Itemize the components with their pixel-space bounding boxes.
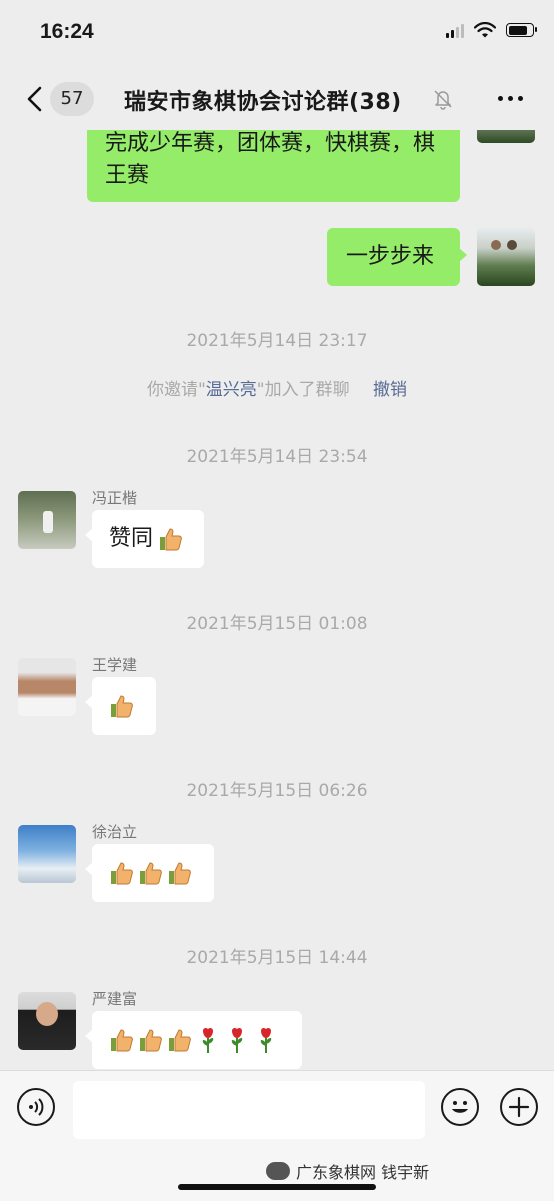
plus-icon [508, 1096, 530, 1118]
status-icons [446, 22, 537, 38]
wifi-icon [474, 22, 496, 38]
timestamp: 2021年5月14日 23:54 [186, 447, 368, 467]
avatar-self[interactable] [477, 228, 535, 286]
status-bar: 16:24 [0, 0, 554, 70]
voice-icon [29, 1098, 44, 1116]
cellular-signal-icon [446, 22, 464, 38]
message-bubble-other[interactable]: 赞同 [85, 510, 204, 568]
message-bubble-other[interactable] [85, 844, 214, 902]
thumbs-up-icon [169, 862, 191, 885]
message-text: 完成少年赛，团体赛，快棋赛，棋王赛 [105, 131, 436, 188]
message-text: 一步步来 [346, 244, 435, 269]
message-list[interactable]: 完成少年赛，团体赛，快棋赛，棋王赛 一步步来 2021年5月14日 23:17 … [0, 0, 554, 1070]
undo-link[interactable]: 撤销 [373, 380, 407, 400]
battery-icon [506, 23, 537, 37]
unread-count-badge[interactable]: 57 [50, 82, 94, 116]
back-icon[interactable] [22, 84, 52, 114]
message-bubble-mine[interactable]: 一步步来 [327, 228, 467, 286]
avatar-member[interactable] [18, 825, 76, 883]
rose-icon [231, 1027, 243, 1053]
watermark: 广东象棋网 钱宇新 [266, 1159, 429, 1183]
plus-button[interactable] [500, 1088, 538, 1126]
timestamp: 2021年5月15日 06:26 [186, 781, 368, 801]
input-bar: 广东象棋网 钱宇新 [0, 1070, 554, 1201]
invited-member-link[interactable]: 温兴亮 [206, 380, 257, 400]
thumbs-up-icon [169, 1029, 191, 1052]
system-notice: 你邀请"温兴亮"加入了群聊 撤销 [0, 375, 554, 400]
rose-icon [260, 1027, 272, 1053]
system-notice-text: 你邀请" [146, 380, 206, 400]
rose-icon [202, 1027, 214, 1053]
sender-name: 徐治立 [92, 823, 138, 841]
thumbs-up-icon [140, 1029, 162, 1052]
mute-bell-icon [434, 90, 452, 110]
thumbs-up-icon [140, 862, 162, 885]
chat-title: 瑞安市象棋协会讨论群(38) [124, 90, 402, 115]
sender-name: 严建富 [92, 990, 138, 1008]
avatar-member[interactable] [18, 658, 76, 716]
voice-button[interactable] [17, 1088, 55, 1126]
timestamp: 2021年5月15日 01:08 [186, 614, 368, 634]
avatar-member[interactable] [18, 491, 76, 549]
more-icon[interactable] [498, 88, 528, 108]
status-time: 16:24 [40, 20, 94, 43]
timestamp: 2021年5月14日 23:17 [186, 331, 368, 351]
thumbs-up-icon [111, 1029, 133, 1052]
system-notice-text: "加入了群聊 [256, 380, 350, 400]
sender-name: 王学建 [92, 656, 138, 674]
message-text: 赞同 [109, 526, 154, 551]
message-bubble-other[interactable] [85, 1011, 302, 1069]
avatar-member[interactable] [18, 992, 76, 1050]
chat-header: 57 瑞安市象棋协会讨论群(38) [0, 70, 554, 130]
timestamp: 2021年5月15日 14:44 [186, 948, 368, 968]
thumbs-up-icon [111, 862, 133, 885]
home-indicator[interactable] [178, 1184, 376, 1190]
thumbs-up-icon [160, 528, 182, 551]
emoji-button[interactable] [441, 1088, 479, 1126]
message-input[interactable] [73, 1081, 425, 1139]
wechat-logo-icon [266, 1162, 290, 1180]
message-bubble-other[interactable] [85, 677, 156, 735]
watermark-text: 广东象棋网 钱宇新 [296, 1163, 430, 1182]
thumbs-up-icon [111, 695, 133, 718]
sender-name: 冯正楷 [92, 489, 138, 507]
emoji-icon [452, 1101, 468, 1113]
